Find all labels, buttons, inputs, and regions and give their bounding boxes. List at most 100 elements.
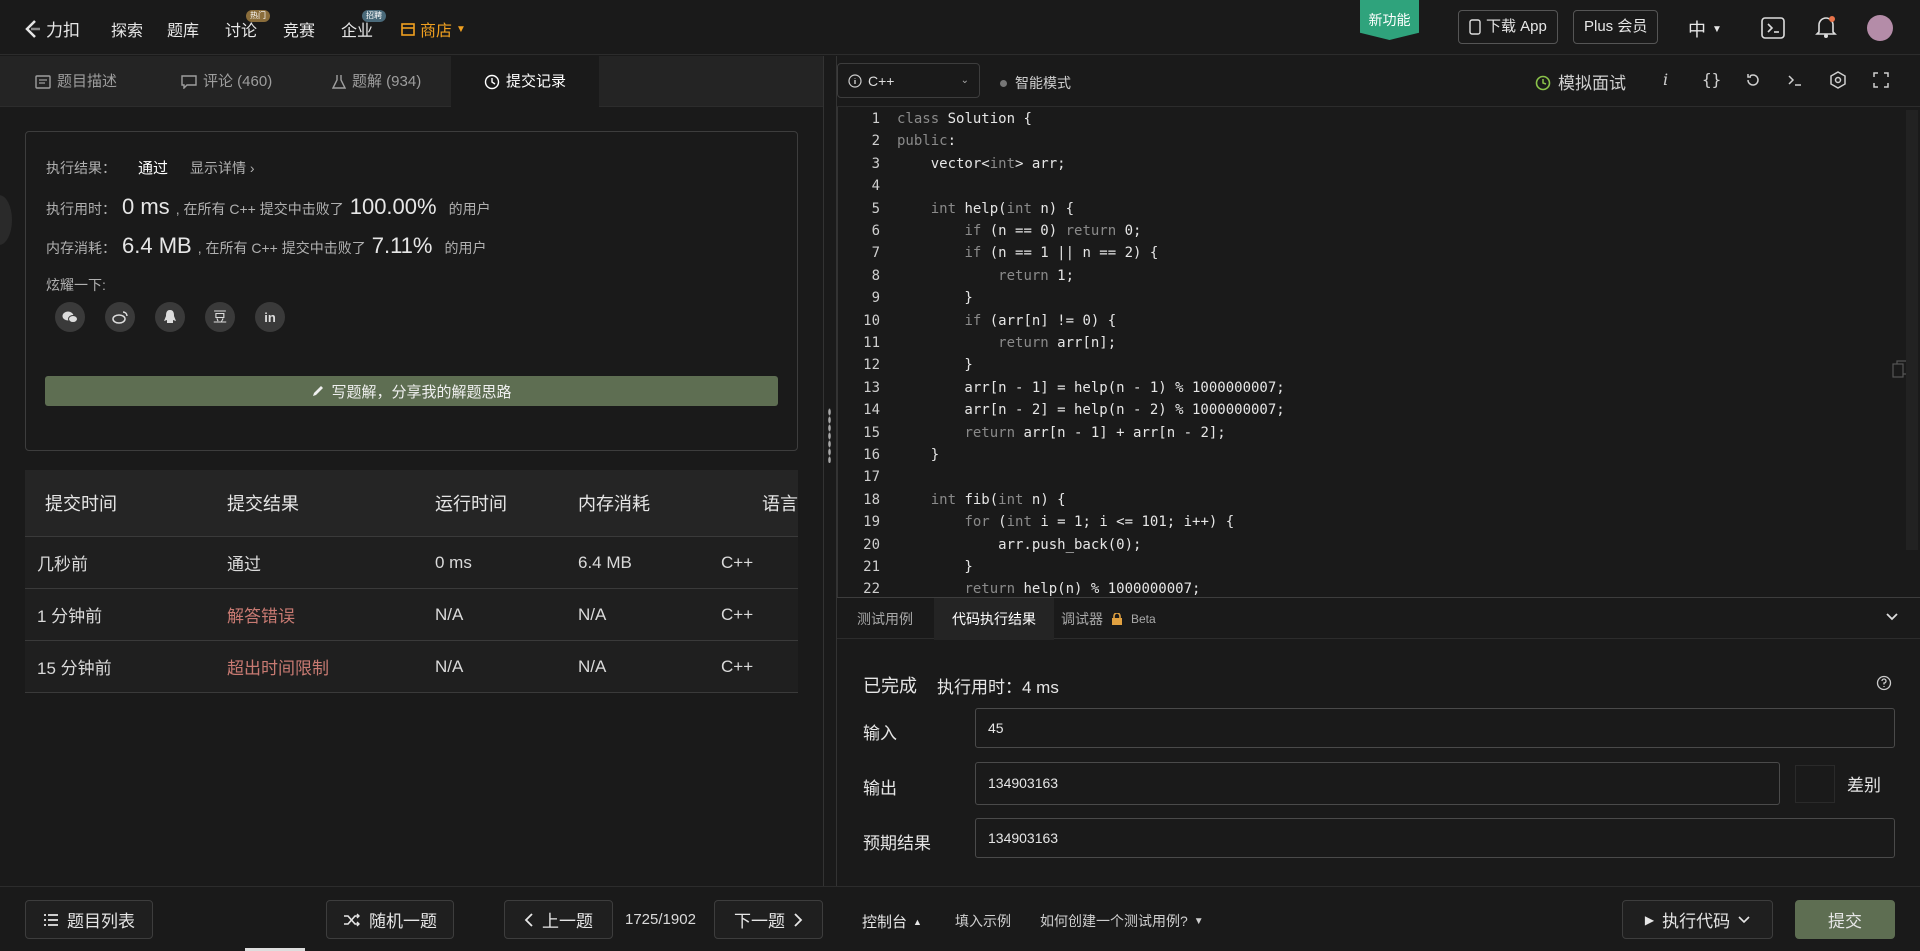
side-drawer-handle[interactable] xyxy=(0,195,12,245)
code-line[interactable]: 18 int fib(int n) { xyxy=(838,489,1908,511)
problem-list-button[interactable]: 题目列表 xyxy=(25,900,153,939)
code-line[interactable]: 5 int help(int n) { xyxy=(838,198,1908,220)
code-line[interactable]: 3 vector<int> arr; xyxy=(838,153,1908,175)
tab-description[interactable]: 题目描述 xyxy=(35,56,117,107)
nav-contest[interactable]: 竞赛 xyxy=(283,17,315,41)
fullscreen-icon[interactable] xyxy=(1873,72,1889,88)
nav-store[interactable]: 商店 ▼ xyxy=(400,17,466,41)
playground-icon[interactable] xyxy=(1761,17,1785,39)
next-problem-button[interactable]: 下一题 xyxy=(714,900,823,939)
qq-icon[interactable] xyxy=(155,302,185,332)
tab-submissions-label: 提交记录 xyxy=(505,73,566,90)
expected-field[interactable]: 134903163 xyxy=(975,818,1895,858)
code-line[interactable]: 8 return 1; xyxy=(838,265,1908,287)
code-line[interactable]: 4 xyxy=(838,175,1908,197)
code-line[interactable]: 15 return arr[n - 1] + arr[n - 2]; xyxy=(838,422,1908,444)
settings-gear-icon[interactable] xyxy=(1829,71,1847,89)
code-line[interactable]: 14 arr[n - 2] = help(n - 2) % 1000000007… xyxy=(838,399,1908,421)
weibo-icon[interactable] xyxy=(105,302,135,332)
page-indicator: 1725/1902 xyxy=(625,911,696,928)
table-row[interactable]: 1 分钟前 解答错误 N/A N/A C++ xyxy=(25,589,798,641)
language-select[interactable]: C++ ⌄ xyxy=(837,63,980,98)
output-label: 输出 xyxy=(863,779,897,798)
tab-submissions[interactable]: 提交记录 xyxy=(451,56,599,107)
header-memory[interactable]: 内存消耗 xyxy=(578,490,721,516)
code-text: arr.push_back(0); xyxy=(897,536,1142,553)
line-number: 12 xyxy=(863,357,880,374)
code-line[interactable]: 6 if (n == 0) return 0; xyxy=(838,220,1908,242)
output-field[interactable]: 134903163 xyxy=(975,762,1780,805)
code-line[interactable]: 2 public: xyxy=(838,130,1908,152)
editor-scrollbar[interactable] xyxy=(1906,110,1918,550)
language-switcher[interactable]: 中 ▼ xyxy=(1688,16,1722,42)
input-field[interactable]: 45 xyxy=(975,708,1895,748)
download-app-button[interactable]: 下载 App xyxy=(1458,10,1558,44)
douban-icon[interactable]: 豆 xyxy=(205,302,235,332)
code-line[interactable]: 13 arr[n - 1] = help(n - 1) % 1000000007… xyxy=(838,377,1908,399)
submit-button[interactable]: 提交 xyxy=(1795,900,1895,939)
line-number: 11 xyxy=(863,335,880,351)
code-line[interactable]: 21 } xyxy=(838,556,1908,578)
tab-solutions[interactable]: 题解 (934) xyxy=(332,56,421,107)
code-text: return 1; xyxy=(998,267,1075,284)
code-line[interactable]: 1 class Solution { xyxy=(838,108,1908,130)
code-line[interactable]: 22 return help(n) % 1000000007; xyxy=(838,578,1908,597)
expected-label: 预期结果 xyxy=(863,834,931,853)
panel-splitter[interactable] xyxy=(823,56,837,886)
notification-bell-icon[interactable] xyxy=(1815,15,1837,39)
help-icon[interactable] xyxy=(1876,675,1892,691)
code-line[interactable]: 11 return arr[n]; xyxy=(838,332,1908,354)
tab-testcase[interactable]: 测试用例 xyxy=(845,598,925,640)
reset-icon[interactable] xyxy=(1745,72,1761,88)
cell-result[interactable]: 解答错误 xyxy=(227,602,435,627)
header-submit-result[interactable]: 提交结果 xyxy=(227,490,435,516)
code-line[interactable]: 17 xyxy=(838,466,1908,488)
tab-debugger[interactable]: 调试器 Beta xyxy=(1049,598,1168,640)
table-row[interactable]: 几秒前 通过 0 ms 6.4 MB C++ xyxy=(25,537,798,589)
code-line[interactable]: 7 if (n == 1 || n == 2) { xyxy=(838,242,1908,264)
info-italic-icon[interactable]: i xyxy=(1663,70,1668,89)
how-to-testcase-dropdown[interactable]: 如何创建一个测试用例? ▼ xyxy=(1040,911,1204,931)
cell-result[interactable]: 通过 xyxy=(227,550,435,575)
header-submit-time[interactable]: 提交时间 xyxy=(25,490,227,516)
console-toggle[interactable]: 控制台 ▲ xyxy=(862,911,922,932)
cell-result[interactable]: 超出时间限制 xyxy=(227,654,435,679)
nav-explore[interactable]: 探索 xyxy=(111,17,143,41)
diff-switch[interactable] xyxy=(1795,764,1835,803)
code-line[interactable]: 19 for (int i = 1; i <= 101; i++) { xyxy=(838,511,1908,533)
terminal-icon[interactable] xyxy=(1787,72,1803,88)
write-solution-button[interactable]: 写题解，分享我的解题思路 xyxy=(45,376,778,406)
code-line[interactable]: 12 } xyxy=(838,354,1908,376)
fill-example-link[interactable]: 填入示例 xyxy=(955,911,1011,931)
code-line[interactable]: 16 } xyxy=(838,444,1908,466)
drag-handle-icon[interactable] xyxy=(828,408,831,463)
play-icon: ▶ xyxy=(1644,912,1655,927)
cell-lang: C++ xyxy=(721,656,754,676)
new-feature-badge[interactable]: 新功能 xyxy=(1360,0,1419,40)
code-line[interactable]: 9 } xyxy=(838,287,1908,309)
nav-problemset[interactable]: 题库 xyxy=(167,17,199,41)
wechat-icon[interactable] xyxy=(55,302,85,332)
header-runtime[interactable]: 运行时间 xyxy=(435,490,578,516)
smart-mode-toggle[interactable]: 智能模式 xyxy=(1000,73,1071,93)
logo[interactable]: 力扣 xyxy=(22,16,80,41)
random-problem-button[interactable]: 随机一题 xyxy=(326,900,454,939)
run-code-button[interactable]: ▶ 执行代码 xyxy=(1622,900,1773,939)
header-language[interactable]: 语言 xyxy=(721,490,798,516)
table-row[interactable]: 15 分钟前 超出时间限制 N/A N/A C++ xyxy=(25,641,798,693)
code-editor[interactable]: 1 class Solution {2 public: 3 vector<int> a… xyxy=(837,107,1920,597)
list-icon xyxy=(44,913,58,926)
user-avatar[interactable] xyxy=(1867,15,1893,41)
code-line[interactable]: 20 arr.push_back(0); xyxy=(838,534,1908,556)
show-details-link[interactable]: 显示详情 › xyxy=(190,158,255,178)
diff-toggle[interactable]: 差别 xyxy=(1795,762,1895,805)
code-line[interactable]: 10 if (arr[n] != 0) { xyxy=(838,310,1908,332)
tab-comments[interactable]: 评论 (460) xyxy=(181,56,272,107)
tab-run-result[interactable]: 代码执行结果 xyxy=(934,598,1054,640)
format-braces-icon[interactable]: {} xyxy=(1702,70,1721,89)
collapse-chevron-icon[interactable] xyxy=(1885,612,1899,622)
prev-problem-button[interactable]: 上一题 xyxy=(504,900,613,939)
mock-interview-button[interactable]: 模拟面试 xyxy=(1534,69,1626,94)
plus-member-button[interactable]: Plus 会员 xyxy=(1573,10,1659,44)
linkedin-icon[interactable]: in xyxy=(255,302,285,332)
